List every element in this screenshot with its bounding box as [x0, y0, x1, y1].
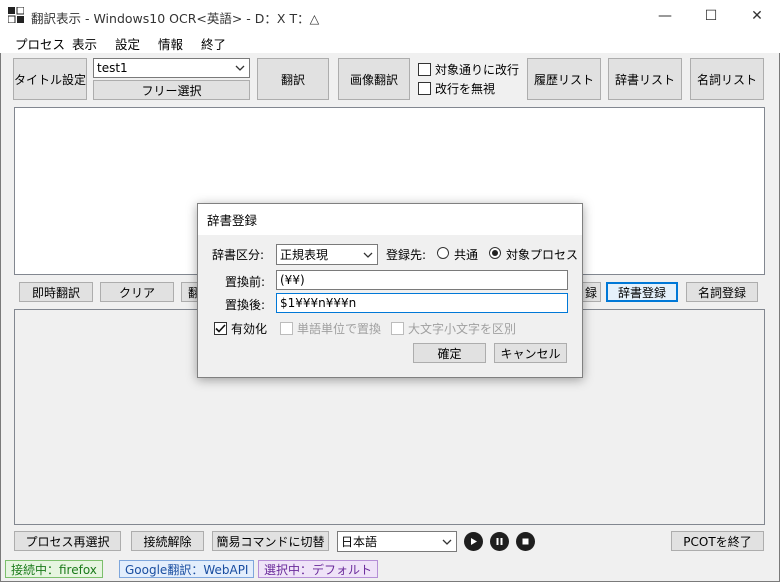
- play-icon: [471, 538, 477, 545]
- radio-common[interactable]: [437, 247, 449, 259]
- radio-target-process-label: 対象プロセス: [506, 248, 579, 262]
- title-combo-value: test1: [97, 61, 128, 75]
- window-title: 翻訳表示 - Windows10 OCR<英語> - D：X T：△: [31, 11, 320, 26]
- free-select-button[interactable]: フリー選択: [93, 80, 250, 100]
- menu-exit[interactable]: 終了: [201, 34, 226, 53]
- minimize-button[interactable]: —: [642, 0, 688, 31]
- history-list-button[interactable]: 履歴リスト: [527, 58, 601, 100]
- before-label: 置換前:: [225, 275, 266, 289]
- word-unit-label: 単語単位で置換: [297, 322, 382, 336]
- maximize-button[interactable]: ☐: [688, 0, 734, 31]
- menu-process[interactable]: プロセス: [15, 34, 65, 53]
- category-select[interactable]: 正規表現: [276, 244, 378, 265]
- maximize-icon: ☐: [704, 7, 718, 24]
- category-label: 辞書区分:: [212, 248, 265, 262]
- dialog-title: 辞書登録: [198, 204, 582, 235]
- status-selected: 選択中：デフォルト: [258, 560, 379, 578]
- title-combo[interactable]: test1: [93, 58, 250, 78]
- language-select-value: 日本語: [341, 535, 378, 549]
- check-icon: [215, 324, 226, 333]
- close-button[interactable]: ✕: [734, 0, 780, 31]
- chevron-down-icon: [363, 252, 373, 258]
- pause-button[interactable]: [490, 532, 509, 551]
- category-select-value: 正規表現: [280, 248, 329, 262]
- newline-target-checkbox[interactable]: [418, 63, 431, 76]
- minimize-icon: —: [658, 7, 672, 24]
- radio-target-process[interactable]: [489, 247, 501, 259]
- language-select[interactable]: 日本語: [337, 531, 457, 552]
- translate-button[interactable]: 翻訳: [257, 58, 329, 100]
- dictionary-register-dialog: 辞書登録 辞書区分: 正規表現 登録先: 共通 対象プロセス 置換前: (¥¥)…: [197, 203, 583, 378]
- stop-button[interactable]: [516, 532, 535, 551]
- menu-view[interactable]: 表示: [72, 34, 97, 53]
- partial-button-right[interactable]: 録: [581, 282, 601, 302]
- target-label: 登録先:: [386, 248, 427, 262]
- dict-register-button[interactable]: 辞書登録: [606, 282, 678, 302]
- pause-icon: [496, 538, 503, 545]
- menu-info[interactable]: 情報: [158, 34, 183, 53]
- case-sensitive-checkbox[interactable]: [391, 322, 404, 335]
- before-input[interactable]: (¥¥): [276, 270, 568, 290]
- ignore-newline-checkbox[interactable]: [418, 82, 431, 95]
- reselect-process-button[interactable]: プロセス再選択: [14, 531, 121, 551]
- clear-button[interactable]: クリア: [100, 282, 174, 302]
- switch-simple-command-button[interactable]: 簡易コマンドに切替: [212, 531, 329, 551]
- enable-checkbox[interactable]: [214, 322, 227, 335]
- enable-label: 有効化: [231, 322, 268, 336]
- disconnect-button[interactable]: 接続解除: [131, 531, 204, 551]
- noun-register-button[interactable]: 名詞登録: [686, 282, 758, 302]
- case-sensitive-label: 大文字小文字を区別: [408, 322, 517, 336]
- word-unit-checkbox[interactable]: [280, 322, 293, 335]
- newline-target-label: 対象通りに改行: [435, 63, 520, 77]
- ok-button[interactable]: 確定: [413, 343, 486, 363]
- stop-icon: [522, 538, 529, 545]
- ignore-newline-label: 改行を無視: [435, 82, 496, 96]
- after-label: 置換後:: [225, 298, 266, 312]
- dictionary-list-button[interactable]: 辞書リスト: [608, 58, 682, 100]
- menu-settings[interactable]: 設定: [115, 34, 140, 53]
- play-button[interactable]: [464, 532, 483, 551]
- instant-translate-button[interactable]: 即時翻訳: [19, 282, 93, 302]
- noun-list-button[interactable]: 名詞リスト: [690, 58, 764, 100]
- radio-common-label: 共通: [454, 248, 479, 262]
- close-icon: ✕: [751, 7, 763, 24]
- image-translate-button[interactable]: 画像翻訳: [338, 58, 410, 100]
- chevron-down-icon: [442, 539, 452, 545]
- title-settings-button[interactable]: タイトル設定: [13, 58, 87, 100]
- after-input[interactable]: $1¥¥¥n¥¥¥n: [276, 293, 568, 313]
- cancel-button[interactable]: キャンセル: [494, 343, 567, 363]
- exit-pcot-button[interactable]: PCOTを終了: [671, 531, 764, 551]
- chevron-down-icon: [235, 65, 245, 71]
- status-connected: 接続中：firefox: [5, 560, 103, 578]
- app-icon: [7, 6, 25, 24]
- status-engine: Google翻訳：WebAPI: [119, 560, 255, 578]
